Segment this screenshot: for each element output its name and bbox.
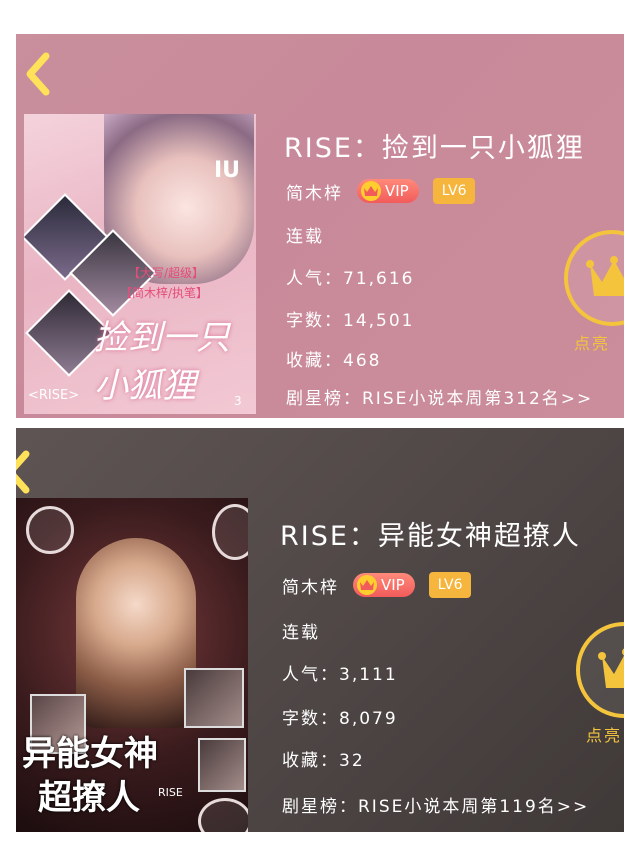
book-cover-2[interactable]: 异能女神 超撩人 RISE [16, 498, 248, 832]
serial-status: 连载 [282, 623, 320, 643]
cover-bubble-1 [26, 506, 74, 554]
ranking-link[interactable]: 剧星榜：RISE小说本周第119名>> [282, 792, 589, 817]
word-count-stat: 字数：14,501 [286, 311, 415, 331]
cover-corner-text: IU [214, 158, 241, 183]
vip-crown-icon [357, 575, 377, 595]
book-title[interactable]: RISE：异能女神超撩人 [280, 514, 581, 553]
vip-label: VIP [381, 576, 405, 594]
back-arrow-icon[interactable] [16, 450, 34, 494]
author-name[interactable]: 简木梓 [286, 179, 343, 204]
vip-badge: VIP [357, 179, 419, 203]
author-row: 简木梓 VIP LV6 [282, 572, 472, 598]
light-up-label: 点亮 [574, 334, 611, 353]
crown-icon-ring [576, 622, 624, 718]
level-badge: LV6 [428, 572, 472, 598]
book-title[interactable]: RISE：捡到一只小狐狸 [284, 126, 585, 165]
level-badge: LV6 [432, 178, 476, 204]
cover-tag-2: 【简木梓/执笔】 [120, 286, 209, 300]
author-row: 简木梓 VIP LV6 [286, 178, 476, 204]
cover-title-line2: 小狐狸 [94, 366, 196, 406]
crown-icon [598, 648, 624, 688]
collections-stat: 收藏：32 [282, 751, 365, 771]
cover-title-line1: 捡到一只 [94, 318, 230, 358]
book-cover-1[interactable]: IU 【大写/超级】 【简木梓/执笔】 捡到一只 小狐狸 <RISE> 3 [24, 114, 256, 414]
vip-badge: VIP [353, 573, 415, 597]
word-count-stat: 字数：8,079 [282, 709, 398, 729]
popularity-stat: 人气：3,111 [282, 665, 398, 685]
vip-label: VIP [385, 182, 409, 200]
book-card-2[interactable]: 异能女神 超撩人 RISE RISE：异能女神超撩人 简木梓 VIP LV6 连… [16, 428, 624, 832]
author-name[interactable]: 简木梓 [282, 573, 339, 598]
popularity-stat: 人气：71,616 [286, 269, 415, 289]
serial-status: 连载 [286, 227, 324, 247]
cover-bubble-3 [198, 798, 248, 832]
crown-icon [586, 256, 624, 296]
cover-bubble-2 [212, 504, 248, 560]
collections-stat: 收藏：468 [286, 351, 382, 371]
cover-photo-2 [184, 668, 244, 728]
cover-title-line2: 超撩人 [38, 778, 140, 818]
cover-number: 3 [234, 394, 242, 408]
cover-tag-1: 【大写/超级】 [128, 266, 205, 280]
light-up-button[interactable]: 点亮 [564, 230, 624, 353]
cover-bottom-text: <RISE> [28, 388, 80, 403]
cover-portrait [76, 538, 196, 728]
back-arrow-icon[interactable] [22, 52, 54, 96]
cover-title-line1: 异能女神 [22, 734, 158, 774]
cover-tag: RISE [158, 786, 183, 799]
crown-icon-ring [564, 230, 624, 326]
light-up-label: 点亮 [586, 726, 623, 745]
light-up-button[interactable]: 点亮 [576, 622, 624, 745]
ranking-link[interactable]: 剧星榜：RISE小说本周第312名>> [286, 384, 593, 409]
vip-crown-icon [361, 181, 381, 201]
book-card-1[interactable]: IU 【大写/超级】 【简木梓/执笔】 捡到一只 小狐狸 <RISE> 3 RI… [16, 34, 624, 418]
cover-photo-3 [198, 738, 246, 792]
